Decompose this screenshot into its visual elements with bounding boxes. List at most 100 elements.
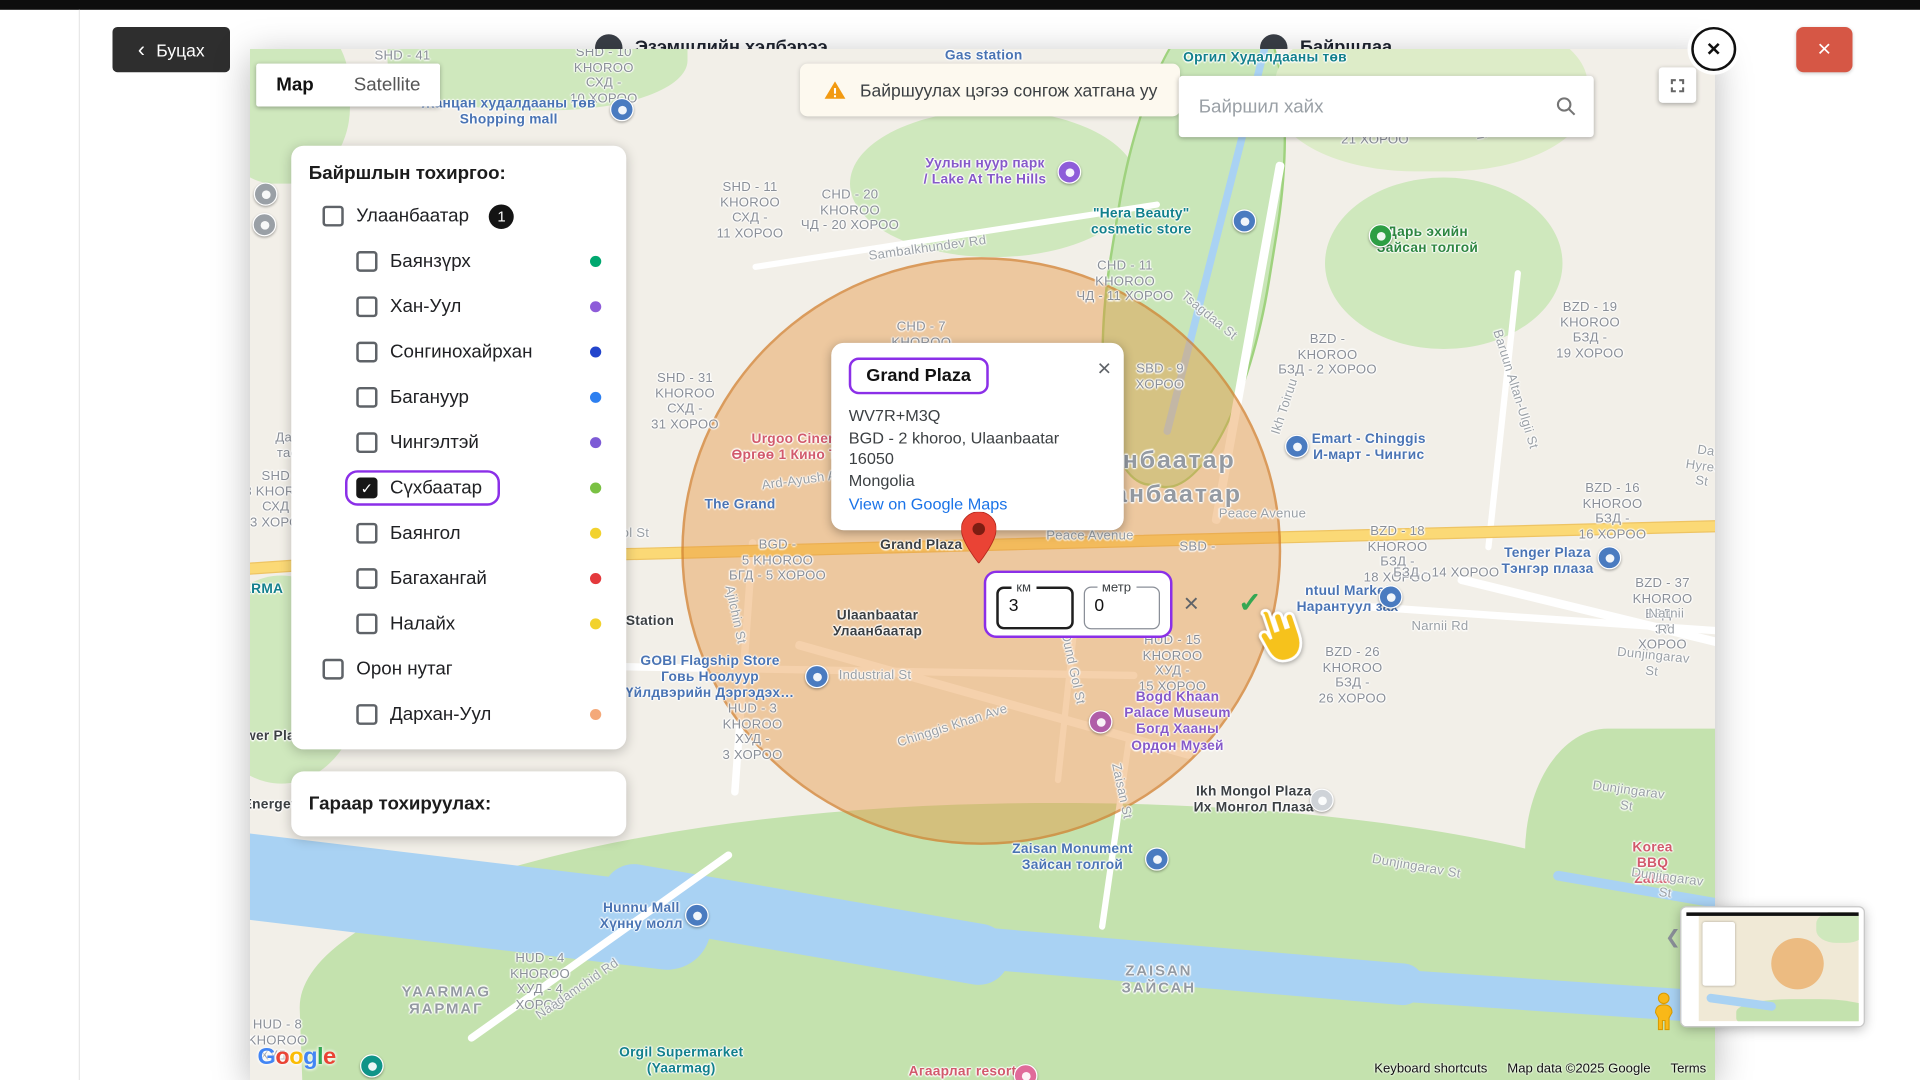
view-on-google-maps-link[interactable]: View on Google Maps xyxy=(849,495,1008,513)
km-input[interactable] xyxy=(1009,594,1061,614)
map-label: Narnii Rd xyxy=(1642,607,1691,638)
district-item-3[interactable]: Сонгинохайрхан xyxy=(309,329,609,374)
map-label: "Hera Beauty" cosmetic store xyxy=(1091,207,1192,239)
pegman-icon[interactable] xyxy=(1648,992,1681,1034)
thumbnail-panel xyxy=(1703,922,1736,986)
poi-icon xyxy=(360,1054,384,1077)
meter-field[interactable]: метр xyxy=(1083,580,1160,629)
top-black-bar xyxy=(0,0,1920,10)
map-label: Narnii Rd xyxy=(1412,619,1469,634)
km-field[interactable]: км xyxy=(996,580,1073,629)
checkbox[interactable] xyxy=(356,523,377,544)
poi-icon xyxy=(610,98,634,121)
search-box xyxy=(1179,76,1594,137)
warning-text: Байршуулах цэгээ сонгож хатгана уу xyxy=(860,80,1157,100)
satellite-tab[interactable]: Satellite xyxy=(334,64,441,107)
map-canvas[interactable]: SHD - 41SHD - 10 KHOROO СХД - 10 ХОРООЖа… xyxy=(250,49,1715,1080)
map-label: BZD - KHOROO БЗД - 2 ХОРОО xyxy=(1278,332,1377,378)
color-dot xyxy=(590,347,601,358)
district-item-10[interactable]: Орон нутаг xyxy=(309,647,609,692)
poi-icon xyxy=(1369,224,1393,247)
district-item-11[interactable]: Дархан-Уул xyxy=(309,692,609,737)
map-label: SHD - 31 KHOROO СХД - 31 ХОРОО xyxy=(651,371,719,433)
checkbox[interactable] xyxy=(356,296,377,317)
plus-code: WV7R+M3Q xyxy=(849,405,1107,426)
checkbox[interactable] xyxy=(356,387,377,408)
checkbox[interactable] xyxy=(356,251,377,272)
district-item-8[interactable]: Багахангай xyxy=(309,556,609,601)
map-label: Dunjingarav St xyxy=(1582,777,1673,819)
location-settings-panel: Байршлын тохиргоо: Улаанбаатар1Баянзүрх Х… xyxy=(291,146,626,750)
district-item-9[interactable]: Налайх xyxy=(309,601,609,646)
radius-cancel-button[interactable]: × xyxy=(1175,588,1208,620)
km-label: км xyxy=(1011,580,1036,595)
district-label: Хан-Уул xyxy=(390,296,461,317)
red-close-button[interactable]: × xyxy=(1796,27,1852,72)
map-label: Da Hyree St xyxy=(1683,441,1715,492)
preview-thumbnail[interactable] xyxy=(1681,907,1864,1026)
map-tab[interactable]: Map xyxy=(256,64,334,107)
search-input[interactable] xyxy=(1199,96,1554,117)
district-item-5[interactable]: Чингэлтэй xyxy=(309,420,609,465)
terms-link[interactable]: Terms xyxy=(1671,1062,1707,1077)
map-label: ntuul Market Нарантуул зах xyxy=(1297,584,1399,616)
district-item-6[interactable]: ✓Сүхбаатар xyxy=(309,465,609,510)
poi-icon xyxy=(1145,847,1169,870)
map-label: Korea BBQ Zalaa xyxy=(1621,840,1684,888)
map-label: Dunjingarav St xyxy=(1615,645,1691,683)
back-button[interactable]: ‹ Буцах xyxy=(113,27,231,72)
map-label: ERMA xyxy=(250,582,283,598)
keyboard-shortcuts-link[interactable]: Keyboard shortcuts xyxy=(1374,1062,1487,1077)
district-item-7[interactable]: Баянгол xyxy=(309,511,609,556)
country: Mongolia xyxy=(849,470,1107,491)
color-dot xyxy=(590,256,601,267)
poi-icon xyxy=(1379,585,1403,608)
color-dot xyxy=(590,573,601,584)
map-label: Dunjingarav St xyxy=(1371,852,1462,882)
info-close-button[interactable]: × xyxy=(1097,358,1111,381)
back-label: Буцах xyxy=(156,40,204,60)
checkbox[interactable] xyxy=(356,704,377,725)
district-label: Улаанбаатар xyxy=(356,206,469,227)
checkbox[interactable]: ✓ xyxy=(356,478,377,499)
gallery-collapse-button[interactable]: ❮ xyxy=(1665,926,1681,948)
map-label: Dunjingarav St xyxy=(1628,865,1704,905)
color-dot xyxy=(590,392,601,403)
map-label: Уулын нуур парк / Lake At The Hills xyxy=(924,157,1047,189)
checkbox[interactable] xyxy=(323,659,344,680)
color-dot xyxy=(590,528,601,539)
checkbox[interactable] xyxy=(356,432,377,453)
checkbox[interactable] xyxy=(356,342,377,363)
district-item-4[interactable]: Багануур xyxy=(309,375,609,420)
district-item-2[interactable]: Хан-Уул xyxy=(309,284,609,329)
poi-icon xyxy=(1233,209,1257,232)
map-data-text: Map data ©2025 Google xyxy=(1507,1062,1650,1077)
postcode: 16050 xyxy=(849,448,1107,469)
district-item-0[interactable]: Улаанбаатар1 xyxy=(309,193,609,238)
map-info-window: × Grand Plaza WV7R+M3Q BGD - 2 khoroo, U… xyxy=(831,343,1124,531)
modal-close-button[interactable]: × xyxy=(1691,27,1736,71)
search-icon[interactable] xyxy=(1554,94,1579,118)
checkbox[interactable] xyxy=(356,568,377,589)
map-label: CHD - 20 KHOROO ЧД - 20 ХОРОО xyxy=(801,187,899,233)
poi-icon xyxy=(1058,160,1082,183)
map-marker-pin[interactable] xyxy=(961,512,996,563)
map-label: Emart - Chinggis И-март - Чингис xyxy=(1312,432,1426,464)
info-title: Grand Plaza xyxy=(866,366,971,386)
district-item-1[interactable]: Баянзүрх xyxy=(309,239,609,284)
district-label: Сонгинохайрхан xyxy=(390,342,532,363)
checkbox[interactable] xyxy=(356,613,377,634)
map-label: BZD - 37 KHOROO БЗД - 37 ХОРОО xyxy=(1633,576,1693,653)
map-label: BZD - 26 KHOROO БЗД - 26 ХОРОО xyxy=(1319,645,1387,707)
fullscreen-button[interactable] xyxy=(1659,67,1697,103)
manual-settings-panel[interactable]: Гараар тохируулах: xyxy=(291,771,626,836)
map-label: Station xyxy=(626,614,674,630)
google-logo[interactable]: Google xyxy=(258,1044,336,1071)
color-dot xyxy=(590,618,601,629)
warning-banner: Байршуулах цэгээ сонгож хатгана уу xyxy=(800,64,1180,117)
meter-input[interactable] xyxy=(1094,594,1148,614)
map-label: SHD - 11 KHOROO СХД - 11 ХОРОО xyxy=(717,180,784,242)
radius-input-group: км метр xyxy=(984,571,1173,638)
settings-title: Байршлын тохиргоо: xyxy=(309,163,609,184)
checkbox[interactable] xyxy=(323,206,344,227)
